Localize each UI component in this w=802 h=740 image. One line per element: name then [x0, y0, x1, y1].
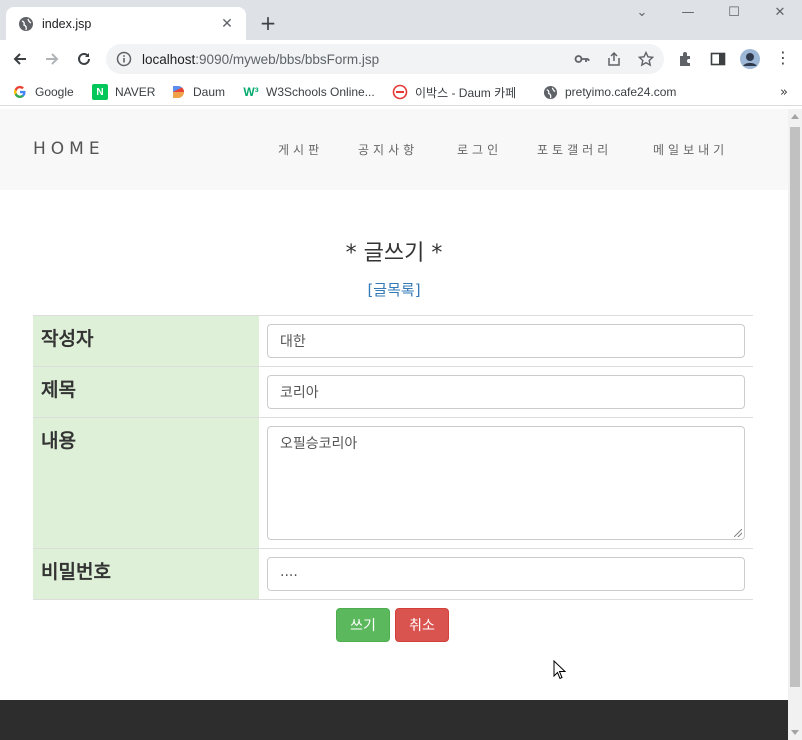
tab-title: index.jsp — [42, 16, 92, 31]
key-icon[interactable] — [574, 51, 590, 67]
browser-tab[interactable]: index.jsp ✕ — [6, 7, 246, 40]
daum-cafe-icon — [392, 84, 408, 100]
tab-strip: index.jsp ✕ + ⌄ — ☐ ✕ — [0, 0, 802, 40]
nav-photo-gallery[interactable]: 포토갤러리 — [537, 141, 612, 158]
mouse-cursor-icon — [553, 659, 567, 680]
cancel-button[interactable]: 취소 — [395, 608, 449, 642]
content-label: 내용 — [33, 417, 259, 549]
site-footer — [0, 700, 788, 740]
bookmark-label: 이박스 - Daum 카페 — [415, 85, 517, 100]
forward-icon[interactable] — [41, 48, 63, 70]
daum-icon — [170, 84, 186, 100]
w3schools-icon: W³ — [243, 85, 259, 99]
maximize-button[interactable]: ☐ — [714, 4, 754, 24]
scroll-up-icon[interactable] — [791, 114, 799, 119]
page-viewport: HOME 게시판 공지사항 로그인 포토갤러리 메일보내기 * 글쓰기 * [글… — [0, 109, 788, 740]
scrollbar-thumb[interactable] — [790, 127, 800, 687]
bookmark-label: NAVER — [115, 85, 156, 99]
naver-icon: N — [92, 84, 108, 100]
table-row: 내용 오필승코리아 — [33, 417, 753, 549]
resize-handle-icon[interactable] — [734, 529, 742, 537]
submit-button[interactable]: 쓰기 — [336, 608, 390, 642]
extensions-icon[interactable] — [677, 50, 695, 68]
tab-search-icon[interactable]: ⌄ — [622, 4, 662, 24]
nav-notice[interactable]: 공지사항 — [358, 141, 418, 158]
site-navbar: HOME 게시판 공지사항 로그인 포토갤러리 메일보내기 — [0, 109, 788, 190]
page-title: * 글쓰기 * — [345, 241, 443, 266]
bookmarks-bar: Google N NAVER Daum W³ W3Schools Online.… — [0, 78, 802, 106]
nav-send-mail[interactable]: 메일보내기 — [653, 141, 728, 158]
content-cell: 오필승코리아 — [259, 417, 753, 549]
password-input[interactable]: .... — [267, 557, 745, 591]
bookmark-label: pretyimo.cafe24.com — [565, 85, 677, 99]
reload-icon[interactable] — [73, 48, 95, 70]
bookmark-naver[interactable]: N NAVER — [92, 83, 155, 101]
subject-input[interactable]: 코리아 — [267, 375, 745, 409]
minimize-button[interactable]: — — [668, 4, 708, 24]
writer-input[interactable]: 대한 — [267, 324, 745, 358]
bookmark-daum[interactable]: Daum — [170, 83, 225, 101]
url-path: :9090/myweb/bbs/bbsForm.jsp — [195, 51, 380, 67]
write-form-table: 작성자 대한 제목 코리아 내용 오필승코리아 비밀번호 .... — [33, 315, 753, 600]
tab-close-icon[interactable]: ✕ — [218, 16, 236, 32]
writer-label: 작성자 — [33, 315, 259, 367]
star-icon[interactable] — [637, 50, 655, 67]
back-icon[interactable] — [9, 48, 31, 70]
password-label: 비밀번호 — [33, 548, 259, 600]
bookmark-google[interactable]: Google — [12, 83, 74, 101]
menu-icon[interactable]: ⋮ — [774, 50, 792, 68]
url-text: localhost:9090/myweb/bbs/bbsForm.jsp — [142, 52, 379, 67]
table-row: 제목 코리아 — [33, 366, 753, 418]
globe-icon — [18, 16, 34, 32]
list-link-text[interactable]: [글목록] — [367, 281, 420, 299]
side-panel-icon[interactable] — [709, 50, 727, 68]
globe-icon — [542, 84, 558, 100]
list-link[interactable]: [글목록] — [0, 279, 788, 300]
writer-cell: 대한 — [259, 315, 753, 367]
bookmark-cafe[interactable]: 이박스 - Daum 카페 — [392, 83, 516, 101]
share-icon[interactable] — [606, 51, 622, 67]
info-icon[interactable] — [116, 51, 132, 67]
profile-avatar[interactable] — [740, 49, 760, 69]
bookmark-label: W3Schools Online... — [266, 85, 375, 99]
nav-login[interactable]: 로그인 — [457, 141, 502, 158]
content-text: 오필승코리아 — [280, 436, 358, 452]
password-cell: .... — [259, 548, 753, 600]
bookmark-label: Google — [35, 85, 74, 99]
scroll-down-icon[interactable] — [791, 730, 799, 735]
nav-board[interactable]: 게시판 — [278, 141, 323, 158]
more-bookmarks-icon[interactable]: » — [780, 85, 788, 100]
bookmark-pretyimo[interactable]: pretyimo.cafe24.com — [542, 83, 676, 101]
google-icon — [12, 84, 28, 100]
page-scrollbar[interactable] — [788, 109, 802, 740]
table-row: 비밀번호 .... — [33, 548, 753, 600]
subject-label: 제목 — [33, 366, 259, 418]
content-textarea[interactable]: 오필승코리아 — [267, 426, 745, 540]
browser-toolbar: localhost:9090/myweb/bbs/bbsForm.jsp ⋮ — [0, 40, 802, 78]
bookmark-label: Daum — [193, 85, 226, 99]
close-window-button[interactable]: ✕ — [760, 4, 800, 24]
brand-home-link[interactable]: HOME — [33, 139, 105, 159]
new-tab-button[interactable]: + — [256, 12, 280, 36]
url-host: localhost — [142, 51, 196, 67]
subject-cell: 코리아 — [259, 366, 753, 418]
table-row: 작성자 대한 — [33, 315, 753, 367]
bookmark-w3schools[interactable]: W³ W3Schools Online... — [243, 83, 375, 101]
